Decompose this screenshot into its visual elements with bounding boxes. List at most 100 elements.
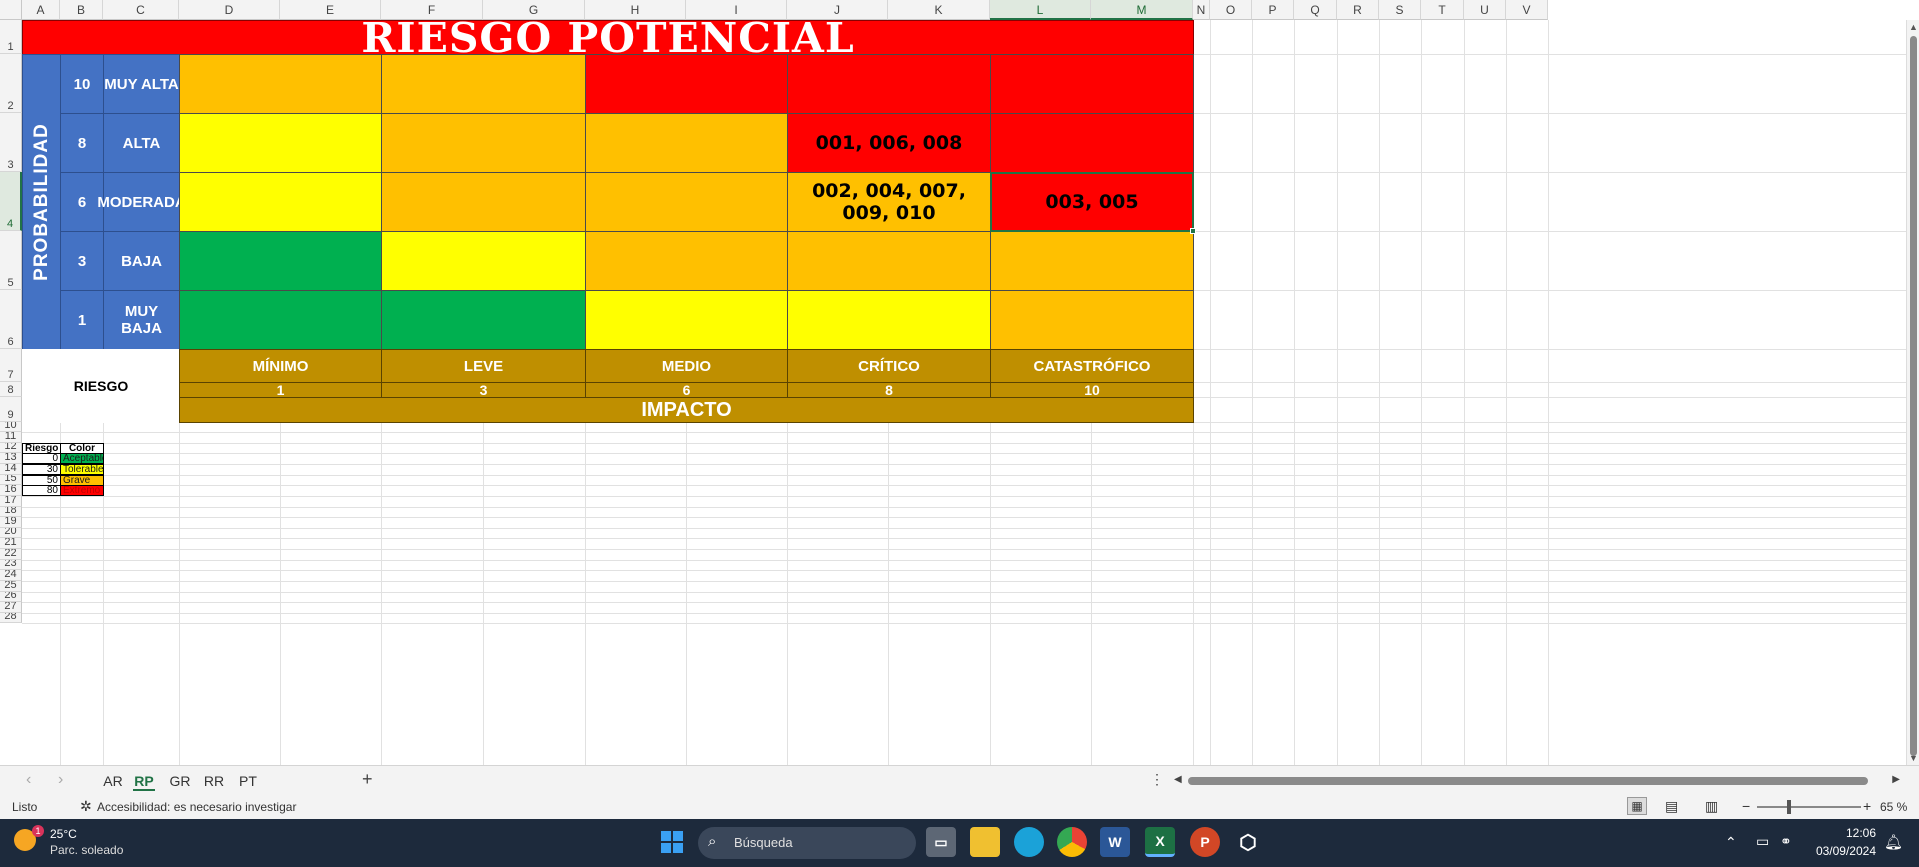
matrix-cell[interactable] <box>381 290 586 350</box>
row-header-8[interactable]: 8 <box>0 382 22 397</box>
fill-handle[interactable] <box>1190 228 1196 234</box>
sheet-tab-rr[interactable]: RR <box>202 771 226 791</box>
title-cell[interactable]: RIESGO POTENCIAL <box>22 14 1194 62</box>
column-header-o[interactable]: O <box>1210 0 1252 20</box>
row-header-22[interactable]: 22 <box>0 549 22 560</box>
legend-riesgo-value[interactable]: 80 <box>22 485 61 496</box>
matrix-cell[interactable] <box>179 172 382 232</box>
row-header-3[interactable]: 3 <box>0 113 22 172</box>
probability-value[interactable]: 10 <box>60 54 104 114</box>
row-header-12[interactable]: 12 <box>0 443 22 453</box>
row-header-1[interactable]: 1 <box>0 20 22 54</box>
matrix-cell[interactable] <box>787 231 991 291</box>
matrix-cell[interactable] <box>381 113 586 173</box>
column-header-r[interactable]: R <box>1337 0 1379 20</box>
legend-color-label[interactable]: Tolerable <box>60 464 104 475</box>
matrix-cell[interactable] <box>990 290 1194 350</box>
next-sheet-icon[interactable]: › <box>58 771 63 789</box>
matrix-cell[interactable] <box>381 172 586 232</box>
legend-riesgo-value[interactable]: 30 <box>22 464 61 475</box>
row-header-23[interactable]: 23 <box>0 560 22 570</box>
zoom-slider[interactable] <box>1757 800 1861 814</box>
scroll-down-arrow[interactable]: ▼ <box>1909 753 1918 763</box>
column-header-v[interactable]: V <box>1506 0 1548 20</box>
chrome-icon[interactable] <box>1057 827 1087 857</box>
horizontal-scrollbar[interactable]: ◀ ▶ <box>1174 774 1900 788</box>
probability-label[interactable]: BAJA <box>103 231 180 291</box>
impact-axis-label[interactable]: IMPACTO <box>179 397 1194 423</box>
impact-value[interactable]: 8 <box>787 382 991 398</box>
normal-view-icon[interactable]: ▦ <box>1627 797 1647 815</box>
impact-value[interactable]: 3 <box>381 382 586 398</box>
column-header-d[interactable]: D <box>179 0 280 20</box>
column-header-l[interactable]: L <box>990 0 1091 20</box>
matrix-cell[interactable] <box>585 290 788 350</box>
matrix-cell[interactable]: 003, 005 <box>990 172 1194 232</box>
sheet-tab-rp[interactable]: RP <box>133 771 155 791</box>
legend-color-label[interactable]: Extremo <box>60 485 104 496</box>
impact-value[interactable]: 1 <box>179 382 382 398</box>
row-header-9[interactable]: 9 <box>0 397 22 422</box>
matrix-cell[interactable] <box>585 54 788 114</box>
matrix-cell[interactable] <box>381 231 586 291</box>
sheet-tab-gr[interactable]: GR <box>168 771 192 791</box>
select-all-corner[interactable] <box>0 0 22 20</box>
matrix-cell[interactable] <box>381 54 586 114</box>
probability-value[interactable]: 3 <box>60 231 104 291</box>
scroll-left-arrow[interactable]: ◀ <box>1174 774 1182 785</box>
network-icon[interactable]: ⚭ <box>1780 833 1792 850</box>
row-header-25[interactable]: 25 <box>0 581 22 592</box>
matrix-cell[interactable] <box>585 113 788 173</box>
column-header-a[interactable]: A <box>22 0 60 20</box>
accessibility-status[interactable]: Accesibilidad: es necesario investigar <box>97 800 296 814</box>
zoom-out-button[interactable]: − <box>1742 798 1750 814</box>
probability-axis-cell[interactable]: PROBABILIDAD <box>22 54 61 350</box>
page-layout-icon[interactable]: ▤ <box>1665 798 1678 815</box>
scroll-right-arrow[interactable]: ▶ <box>1892 774 1900 785</box>
impact-label[interactable]: CATASTRÓFICO <box>990 349 1194 383</box>
column-header-k[interactable]: K <box>888 0 990 20</box>
impact-label[interactable]: MÍNIMO <box>179 349 382 383</box>
file-explorer-icon[interactable] <box>970 827 1000 857</box>
edge-icon[interactable] <box>1014 827 1044 857</box>
legend-riesgo-value[interactable]: 0 <box>22 453 61 464</box>
word-icon[interactable]: W <box>1100 827 1130 857</box>
matrix-cell[interactable] <box>179 54 382 114</box>
excel-icon[interactable]: X <box>1145 827 1175 857</box>
row-header-27[interactable]: 27 <box>0 602 22 613</box>
row-header-14[interactable]: 14 <box>0 464 22 475</box>
matrix-cell[interactable] <box>990 54 1194 114</box>
legend-color-label[interactable]: Aceptable <box>60 453 104 464</box>
horizontal-scroll-thumb[interactable] <box>1188 777 1868 785</box>
row-header-24[interactable]: 24 <box>0 570 22 581</box>
matrix-cell[interactable] <box>179 113 382 173</box>
matrix-cell[interactable] <box>585 172 788 232</box>
taskbar-search[interactable]: ⌕ Búsqueda <box>698 827 916 859</box>
probability-label[interactable]: MUY ALTA <box>103 54 180 114</box>
column-header-m[interactable]: M <box>1091 0 1193 20</box>
matrix-cell[interactable]: 002, 004, 007, 009, 010 <box>787 172 991 232</box>
row-header-7[interactable]: 7 <box>0 349 22 382</box>
zoom-slider-thumb[interactable] <box>1787 800 1791 814</box>
sheet-tab-ar[interactable]: AR <box>100 771 126 791</box>
row-header-11[interactable]: 11 <box>0 432 22 443</box>
row-header-21[interactable]: 21 <box>0 538 22 549</box>
powerpoint-icon[interactable]: P <box>1190 827 1220 857</box>
start-button[interactable] <box>657 827 687 857</box>
matrix-cell[interactable]: 001, 006, 008 <box>787 113 991 173</box>
matrix-cell[interactable] <box>787 290 991 350</box>
column-header-n[interactable]: N <box>1193 0 1210 20</box>
page-break-icon[interactable]: ▥ <box>1705 798 1718 815</box>
column-header-s[interactable]: S <box>1379 0 1421 20</box>
row-header-18[interactable]: 18 <box>0 507 22 517</box>
probability-value[interactable]: 1 <box>60 290 104 350</box>
probability-label[interactable]: ALTA <box>103 113 180 173</box>
row-header-20[interactable]: 20 <box>0 528 22 538</box>
row-header-5[interactable]: 5 <box>0 231 22 290</box>
accessibility-icon[interactable]: ✲ <box>80 798 92 815</box>
row-header-26[interactable]: 26 <box>0 592 22 602</box>
matrix-cell[interactable] <box>990 113 1194 173</box>
column-header-u[interactable]: U <box>1464 0 1506 20</box>
impact-value[interactable]: 6 <box>585 382 788 398</box>
row-header-28[interactable]: 28 <box>0 613 22 623</box>
